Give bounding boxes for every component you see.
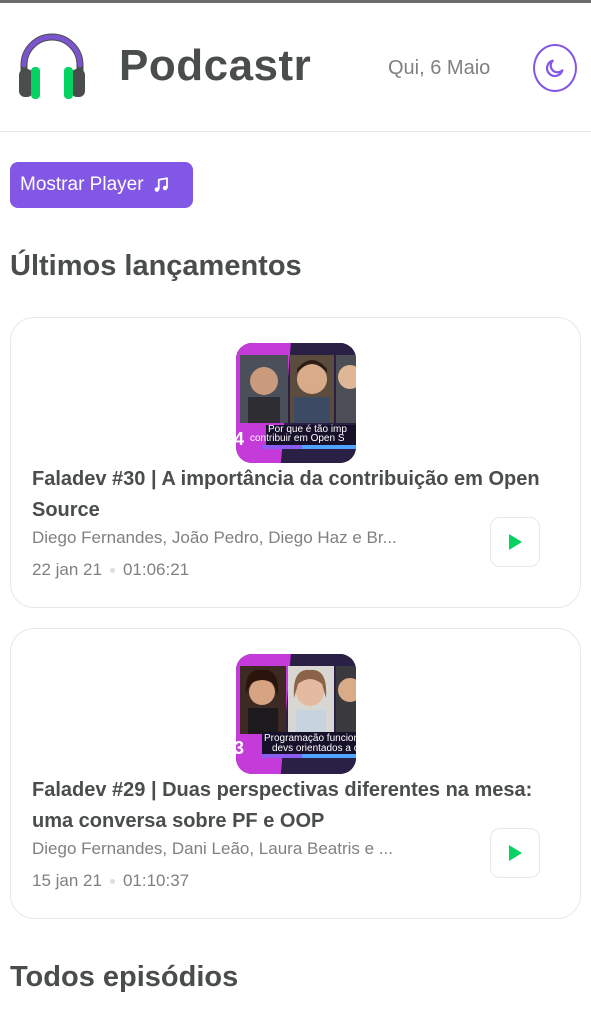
app-header: Podcastr Qui, 6 Maio (0, 3, 591, 132)
episode-date: 22 jan 21 (32, 560, 102, 579)
current-date: Qui, 6 Maio (388, 57, 491, 79)
episode-thumbnail[interactable]: Programação funcion devs orientados a o … (236, 654, 356, 774)
episode-thumbnail-image: Programação funcion devs orientados a o … (236, 654, 356, 774)
all-episodes-heading: Todos episódios (10, 961, 239, 993)
latest-episodes-heading: Últimos lançamentos (10, 250, 302, 282)
play-episode-button[interactable] (490, 828, 540, 878)
episode-thumbnail-image: Por que é tão imp contribuir em Open S 4 (236, 343, 356, 463)
moon-icon (545, 59, 564, 78)
play-episode-button[interactable] (490, 517, 540, 567)
episode-thumbnail[interactable]: Por que é tão imp contribuir em Open S 4 (236, 343, 356, 463)
show-player-button[interactable]: Mostrar Player (10, 162, 193, 208)
app-title: Podcastr (119, 41, 312, 90)
episode-members: Diego Fernandes, João Pedro, Diego Haz e… (32, 528, 397, 547)
theme-toggle-button[interactable] (533, 44, 577, 92)
episode-duration: 01:06:21 (122, 560, 190, 579)
episode-meta: 22 jan 21 01:06:21 (32, 560, 189, 580)
thumbnail-caption-line-2: devs orientados a o (272, 743, 356, 754)
episode-title[interactable]: Faladev #30 | A importância da contribui… (32, 464, 577, 526)
episode-date: 15 jan 21 (32, 871, 102, 890)
music-note-icon (154, 177, 168, 192)
separator-dot (109, 567, 115, 573)
show-player-label: Mostrar Player (20, 174, 144, 195)
headphones-icon (19, 33, 85, 99)
thumbnail-caption-line-2: contribuir em Open S (250, 433, 345, 444)
thumbnail-episode-number: 3 (236, 738, 244, 758)
separator-dot (109, 878, 115, 884)
thumbnail-episode-number: 4 (236, 429, 244, 449)
episode-duration: 01:10:37 (122, 871, 190, 890)
play-icon (509, 845, 522, 861)
episode-members: Diego Fernandes, Dani Leão, Laura Beatri… (32, 839, 393, 858)
play-icon (509, 534, 522, 550)
episode-meta: 15 jan 21 01:10:37 (32, 871, 189, 891)
episode-card: Programação funcion devs orientados a o … (10, 628, 581, 919)
episode-title[interactable]: Faladev #29 | Duas perspectivas diferent… (32, 775, 577, 837)
episode-card: Por que é tão imp contribuir em Open S 4… (10, 317, 581, 608)
